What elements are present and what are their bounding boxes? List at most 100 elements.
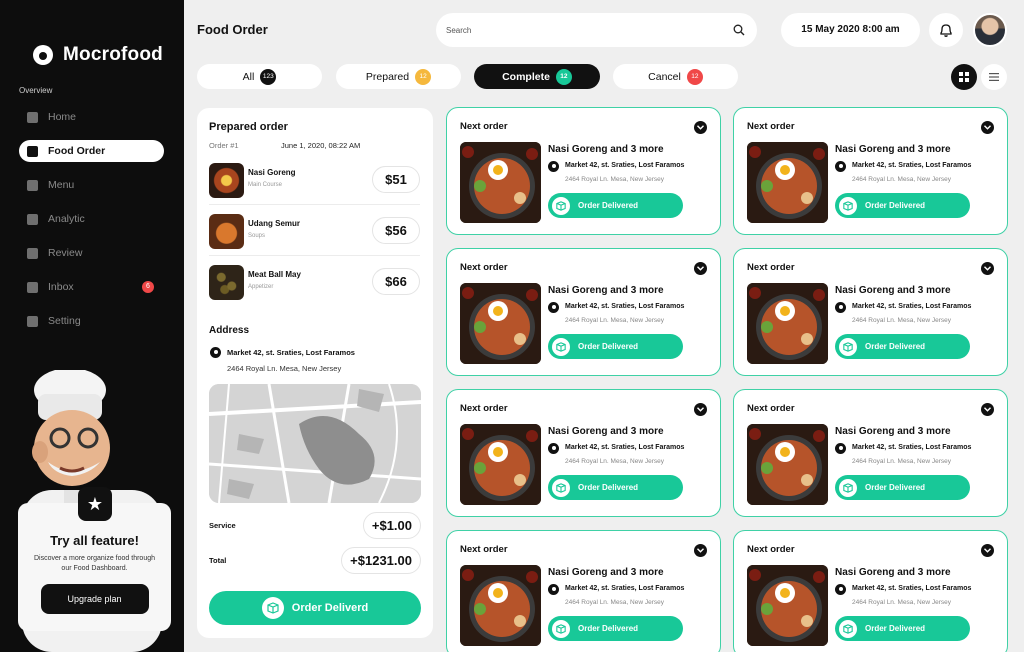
button-label: Order Delivered [865,483,926,492]
box-icon [839,478,857,497]
chevron-down-icon[interactable] [694,544,707,557]
address-line1: Market 42, st. Sraties, Lost Faramos [852,585,972,592]
avatar[interactable] [973,13,1007,47]
page-title: Food Order [197,22,268,37]
order-card[interactable]: Next order Nasi Goreng and 3 more Market 4… [446,107,721,235]
box-icon [261,597,284,619]
item-price: $56 [372,217,420,244]
review-icon [27,247,38,259]
box-icon [552,196,570,215]
order-delivered-button[interactable]: Order Deliverd [209,591,421,625]
order-delivered-button[interactable]: Order Delivered [835,475,970,500]
chevron-down-icon[interactable] [694,403,707,416]
order-summary: Nasi Goreng and 3 more [548,285,664,296]
list-view-button[interactable] [981,64,1007,90]
app-name: Mocrofood [63,44,163,65]
order-delivered-button[interactable]: Order Delivered [835,193,970,218]
item-category: Appetizer [248,284,274,290]
service-value: +$1.00 [362,512,421,539]
order-card[interactable]: Next order Nasi Goreng and 3 more Market 4… [446,530,721,652]
date-display: 15 May 2020 8:00 am [781,13,920,47]
order-delivered-button[interactable]: Order Delivered [548,193,683,218]
order-summary: Nasi Goreng and 3 more [548,567,664,578]
food-image [209,214,244,249]
search-input[interactable]: Search [446,26,733,35]
address-line2: 2464 Royal Ln. Mesa, New Jersey [565,458,664,465]
food-image [209,265,244,300]
order-summary: Nasi Goreng and 3 more [835,567,951,578]
item-name: Nasi Goreng [248,168,296,177]
chevron-down-icon[interactable] [981,262,994,275]
tab-all[interactable]: All 123 [197,64,322,89]
sidebar-nav: Home Food Order Menu Analytic Review Inb… [19,106,164,344]
app-logo[interactable]: Mocrofood [33,44,163,66]
logo-icon [33,45,53,65]
order-card[interactable]: Next order Nasi Goreng and 3 more Market 4… [446,389,721,517]
food-image [747,283,828,364]
order-delivered-button[interactable]: Order Delivered [835,616,970,641]
upgrade-plan-button[interactable]: Upgrade plan [40,584,149,614]
order-delivered-button[interactable]: Order Delivered [548,616,683,641]
chevron-down-icon[interactable] [694,121,707,134]
tab-complete[interactable]: Complete 12 [474,64,600,89]
button-label: Order Deliverd [291,602,369,614]
list-item[interactable]: Nasi Goreng Main Course $51 [209,160,420,200]
grid-icon [959,72,969,82]
location-pin-icon [548,161,559,172]
button-label: Order Delivered [865,342,926,351]
divider [209,204,420,205]
sidebar-item-home[interactable]: Home [19,106,164,128]
delivery-map[interactable] [209,384,421,503]
box-icon [552,619,570,638]
order-summary: Nasi Goreng and 3 more [548,144,664,155]
order-delivered-button[interactable]: Order Delivered [835,334,970,359]
card-title: Next order [747,121,795,132]
order-id: Order #1 [209,141,239,150]
address-line2: 2464 Royal Ln. Mesa, New Jersey [565,599,664,606]
sidebar-item-setting[interactable]: Setting [19,310,164,332]
order-delivered-button[interactable]: Order Delivered [548,334,683,359]
order-card[interactable]: Next order Nasi Goreng and 3 more Market 4… [446,248,721,376]
sidebar-item-inbox[interactable]: Inbox 6 [19,276,164,298]
food-image [460,565,541,646]
chevron-down-icon[interactable] [981,121,994,134]
address-line1: Market 42, st. Sraties, Lost Faramos [565,303,685,310]
sidebar: Mocrofood Overview Home Food Order Menu … [0,0,184,652]
tab-label: Complete [502,70,550,83]
menu-icon [27,179,38,191]
tab-count-badge: 12 [686,68,703,85]
box-icon [839,619,857,638]
card-title: Next order [460,403,508,414]
item-price: $66 [372,268,420,295]
sidebar-item-analytic[interactable]: Analytic [19,208,164,230]
order-card[interactable]: Next order Nasi Goreng and 3 more Market 4… [733,248,1008,376]
tab-prepared[interactable]: Prepared 12 [336,64,461,89]
tab-cancel[interactable]: Cancel 12 [613,64,738,89]
order-summary: Nasi Goreng and 3 more [835,144,951,155]
order-card[interactable]: Next order Nasi Goreng and 3 more Market 4… [733,389,1008,517]
search-bar[interactable]: Search [436,13,757,47]
chevron-down-icon[interactable] [981,544,994,557]
sidebar-item-review[interactable]: Review [19,242,164,264]
order-summary: Nasi Goreng and 3 more [835,285,951,296]
box-icon [552,478,570,497]
location-pin-icon [835,584,846,595]
sidebar-item-menu[interactable]: Menu [19,174,164,196]
clipboard-icon [27,145,38,157]
tab-count-badge: 12 [415,68,432,85]
tab-label: All [242,70,255,83]
list-item[interactable]: Udang Semur Soups $56 [209,211,420,251]
search-icon[interactable] [733,24,745,36]
order-delivered-button[interactable]: Order Delivered [548,475,683,500]
order-card[interactable]: Next order Nasi Goreng and 3 more Market 4… [733,530,1008,652]
sidebar-item-food-order[interactable]: Food Order [19,140,164,162]
grid-view-button[interactable] [951,64,977,90]
card-title: Next order [460,262,508,273]
notification-button[interactable] [929,13,963,47]
location-pin-icon [548,302,559,313]
chevron-down-icon[interactable] [981,403,994,416]
list-item[interactable]: Meat Ball May Appetizer $66 [209,262,420,302]
item-price: $51 [372,166,420,193]
chevron-down-icon[interactable] [694,262,707,275]
order-card[interactable]: Next order Nasi Goreng and 3 more Market 4… [733,107,1008,235]
